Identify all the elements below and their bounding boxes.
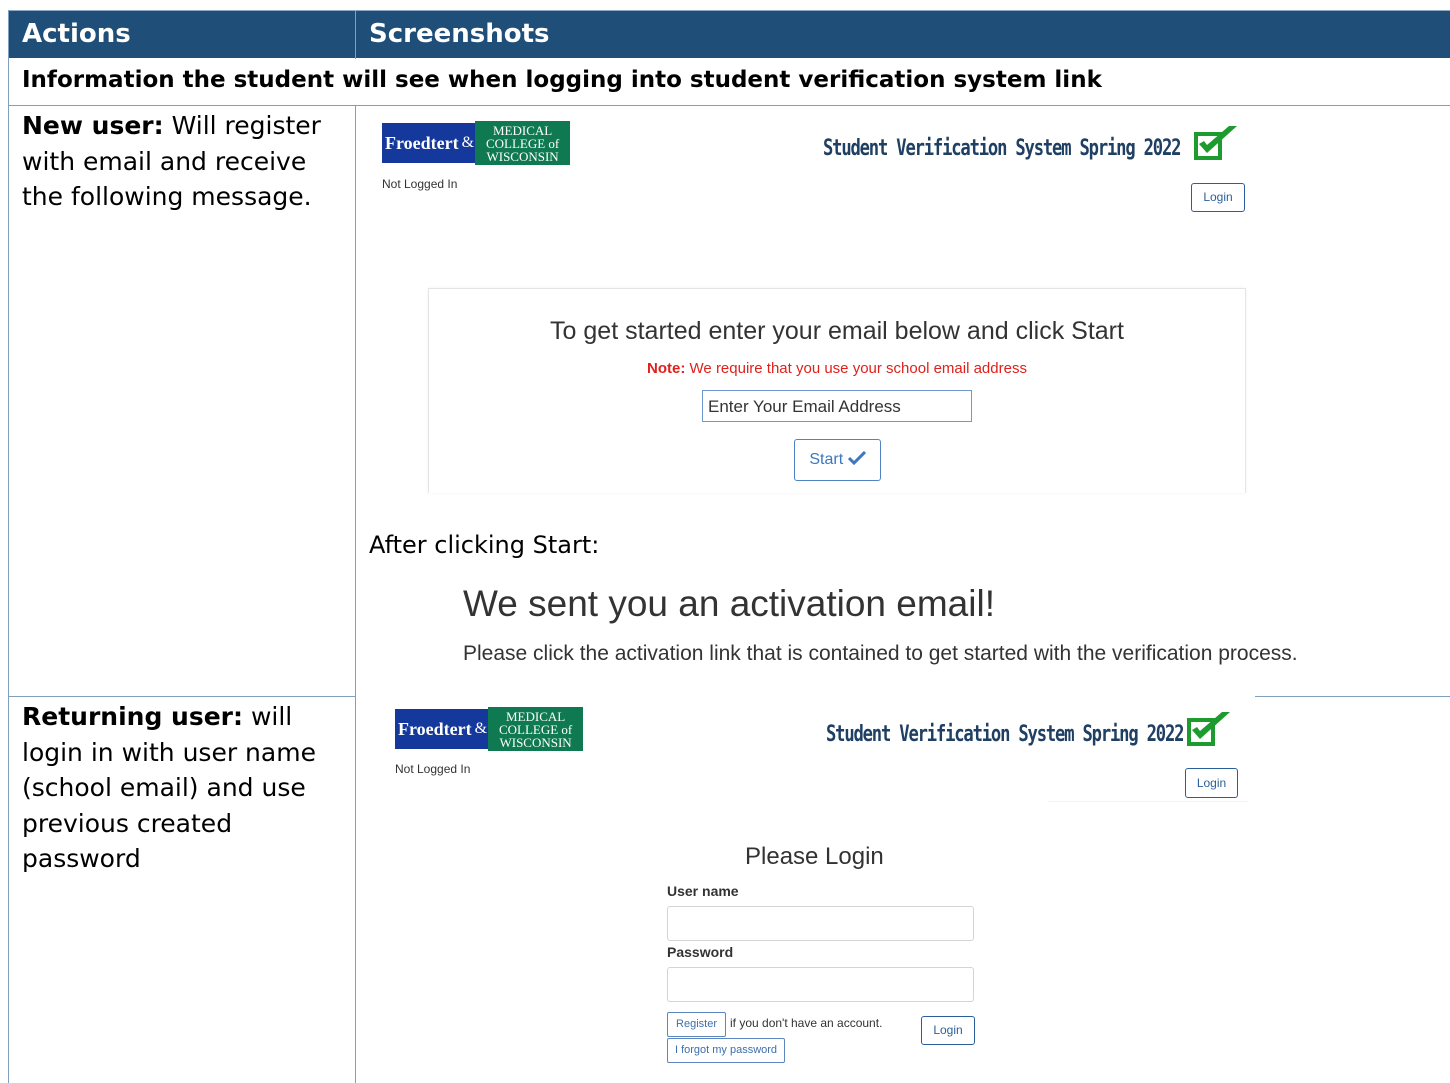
activation-text: Please click the activation link that is… [463,642,1298,665]
header-login-button[interactable]: Login [1191,183,1245,212]
login-status: Not Logged In [382,177,458,191]
header-divider [355,11,356,59]
logo-mcw-line3: WISCONSIN [499,734,572,750]
froedtert-mcw-logo: Froedtert & MEDICAL COLLEGE of WISCONSIN [382,121,571,165]
activation-heading: We sent you an activation email! [463,583,995,624]
logo-mcw-line2: COLLEGE of [485,135,560,151]
returning-user-label: Returning user: [22,702,244,731]
instruction-document: Actions Screenshots Information the stud… [8,10,1450,1083]
check-icon [847,450,866,466]
logo-ampersand: & [461,123,476,163]
header-login-button-2[interactable]: Login [1185,768,1238,798]
intro-row: Information the student will see when lo… [8,58,1450,106]
new-user-label: New user: [22,111,164,140]
register-hint: if you don't have an account. [730,1016,883,1030]
login-status-2: Not Logged In [395,762,471,776]
checkmark-icon [1187,712,1230,746]
table-header: Actions Screenshots [8,10,1450,59]
register-heading: To get started enter your email below an… [550,317,1124,345]
logo-ampersand: & [474,709,489,749]
row-divider-right [1255,696,1450,697]
note-text: We require that you use your school emai… [685,360,1027,377]
forgot-password-button[interactable]: I forgot my password [667,1038,785,1063]
column-divider [355,106,356,1083]
note-label: Note: [647,360,686,377]
email-input[interactable]: Enter Your Email Address [702,390,972,422]
logo-froedtert: Froedtert [382,123,462,163]
header-screenshots: Screenshots [369,19,550,49]
logo-mcw-line1: MEDICAL [505,708,566,724]
email-note: Note: We require that you use your schoo… [429,360,1245,377]
register-card: To get started enter your email below an… [428,288,1246,493]
login-heading: Please Login [745,843,884,870]
froedtert-mcw-logo-2: Froedtert & MEDICAL COLLEGE of WISCONSIN [395,707,584,751]
logo-froedtert: Froedtert [395,709,475,749]
header-actions: Actions [22,19,131,49]
logo-mcw: MEDICAL COLLEGE of WISCONSIN [475,121,571,165]
start-label: Start [809,451,844,468]
start-button[interactable]: Start [794,439,881,481]
intro-text: Information the student will see when lo… [22,67,1102,93]
row-divider-left [8,696,356,697]
logo-mcw-line1: MEDICAL [492,122,553,138]
panel-divider [1048,801,1248,802]
logo-mcw-line3: WISCONSIN [486,148,559,164]
password-input[interactable] [667,967,974,1002]
system-title: Student Verification System Spring 2022 [823,136,1181,161]
logo-mcw-line2: COLLEGE of [498,721,573,737]
new-user-description: New user: Will register with email and r… [22,108,347,215]
username-label: User name [667,883,739,899]
table-left-border [8,10,9,1083]
logo-mcw: MEDICAL COLLEGE of WISCONSIN [488,707,584,751]
after-start-text: After clicking Start: [369,531,600,559]
password-label: Password [667,944,734,960]
system-title-2: Student Verification System Spring 2022 [826,722,1184,747]
returning-user-description: Returning user: will login in with user … [22,699,347,877]
register-button[interactable]: Register [667,1012,726,1037]
checkmark-icon [1194,126,1237,160]
username-input[interactable] [667,906,974,941]
login-submit-button[interactable]: Login [921,1016,975,1045]
